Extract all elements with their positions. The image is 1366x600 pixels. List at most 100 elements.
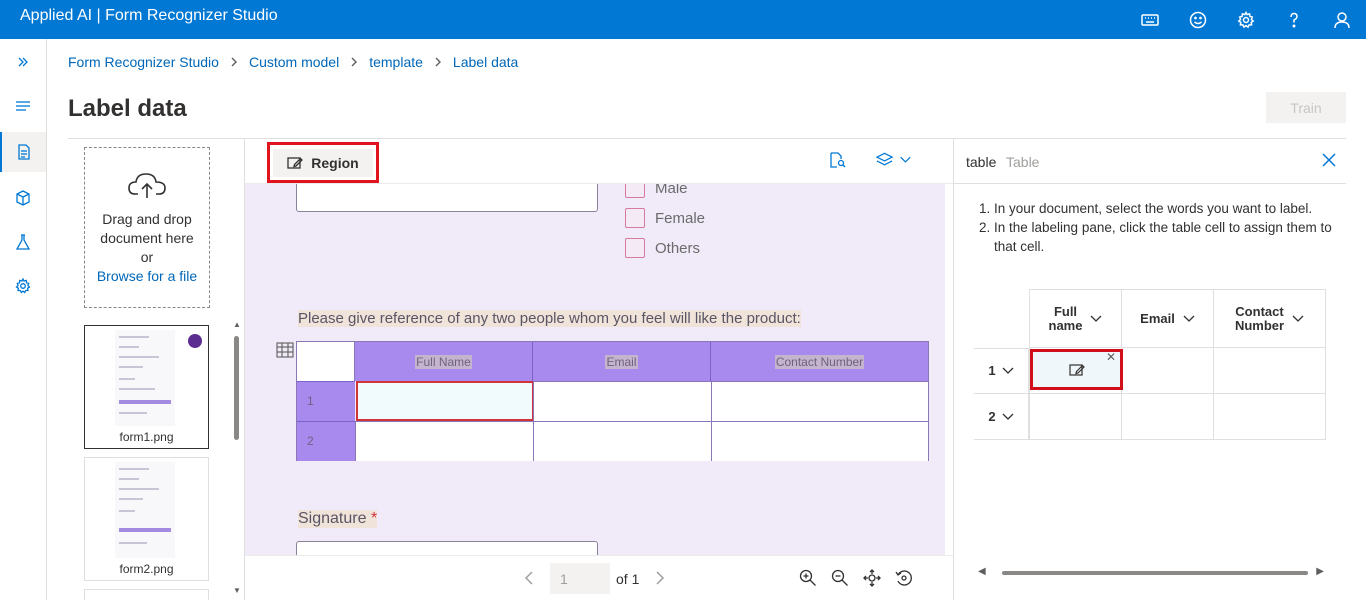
column-header-full-name[interactable]: Full name [1029,289,1122,348]
doc-table-header-email[interactable]: Email [533,342,711,381]
doc-table-cell[interactable] [533,421,711,461]
scroll-left-icon[interactable]: ◀ [978,566,986,577]
assigned-region-cell[interactable]: ✕ [1030,349,1123,390]
rotate-icon[interactable] [895,569,913,587]
settings-icon[interactable] [0,266,46,306]
label-cell[interactable] [1214,394,1326,440]
doc-table-header-contact[interactable]: Contact Number [711,342,928,381]
account-person-icon[interactable] [1318,0,1366,39]
layers-dropdown-icon[interactable] [875,152,916,170]
file-list-scrollbar[interactable]: ▲ ▼ [233,320,241,595]
column-header-email[interactable]: Email [1122,289,1214,348]
file-thumbnail-form1[interactable]: form1.png [84,325,209,449]
document-canvas[interactable]: Male Female Others Please give reference… [245,184,945,555]
signature-field [296,541,598,555]
region-label: Region [311,154,359,171]
breadcrumb: Form Recognizer Studio Custom model temp… [68,54,518,70]
settings-gear-icon[interactable] [1222,0,1270,39]
help-question-icon[interactable] [1270,0,1318,39]
label-cell[interactable] [1122,348,1214,394]
expand-chevrons-icon[interactable] [0,42,46,82]
file-thumbnail-form2[interactable]: form2.png [84,457,209,581]
doc-table-row-number: 1 [297,381,355,421]
breadcrumb-template[interactable]: template [369,54,423,70]
breadcrumb-label-data[interactable]: Label data [453,54,518,70]
checkbox-label-female: Female [655,210,706,227]
scrollbar-thumb[interactable] [1002,571,1308,575]
label-table: Full name Email Contact Number 1 2 [974,289,1326,440]
document-search-icon[interactable] [829,152,849,170]
region-draw-icon [1068,363,1085,376]
doc-table-cell[interactable] [533,381,711,421]
chevron-down-icon [1002,367,1014,375]
dropzone-text-1: Drag and drop [102,211,192,227]
checkbox-male [625,184,645,198]
chevron-right-icon [229,57,239,67]
document-icon[interactable] [0,132,46,172]
column-header-contact-number[interactable]: Contact Number [1214,289,1326,348]
browse-file-link[interactable]: Browse for a file [85,267,209,286]
scroll-up-icon[interactable]: ▲ [233,320,241,329]
flask-icon[interactable] [0,222,46,262]
scrollbar-thumb[interactable] [234,336,239,440]
table-corner [297,342,355,381]
top-icons [1126,0,1366,39]
scroll-right-icon[interactable]: ▶ [1316,566,1324,577]
thumbnail-image [115,462,175,558]
doc-table-row-number: 2 [297,421,355,461]
document-table: Full Name Email Contact Number 1 2 [296,341,929,461]
file-name: form1.png [119,430,174,444]
dropzone[interactable]: Drag and drop document here or Browse fo… [84,147,210,308]
file-name: form2.png [119,562,174,576]
instruction-step-2: In the labeling pane, click the table ce… [994,218,1346,256]
feedback-smiley-icon[interactable] [1174,0,1222,39]
label-table-hscroll[interactable]: ◀ ▶ [978,566,1324,580]
remove-label-icon[interactable]: ✕ [1106,350,1116,364]
dropzone-text-or: or [140,249,154,265]
zoom-in-icon[interactable] [799,569,817,587]
row-header-2[interactable]: 2 [974,394,1029,440]
field-name: table [966,154,997,170]
chevron-right-icon [349,57,359,67]
breadcrumb-studio[interactable]: Form Recognizer Studio [68,54,219,70]
label-cell[interactable] [1214,348,1326,394]
zoom-out-icon[interactable] [831,569,849,587]
doc-table-cell[interactable] [711,381,928,421]
doc-table-cell[interactable] [355,421,533,461]
label-cell[interactable] [1122,394,1214,440]
labeled-status-dot [188,334,202,348]
chevron-down-icon [1183,315,1195,323]
close-icon[interactable] [1322,153,1338,169]
required-asterisk: * [370,510,378,527]
thumbnail-image [115,330,175,426]
region-button[interactable]: Region [267,142,379,183]
chevron-down-icon [1002,413,1014,421]
checkbox-label-others: Others [655,240,701,257]
next-page-icon[interactable] [655,571,667,585]
keyboard-icon[interactable] [1126,0,1174,39]
file-thumbnail-partial[interactable] [84,589,209,600]
signature-label[interactable]: Signature * [298,510,378,528]
doc-table-cell-selected[interactable] [356,381,534,421]
scroll-down-icon[interactable]: ▼ [233,586,241,595]
label-cell[interactable] [1029,394,1122,440]
app-title: Applied AI | Form Recognizer Studio [20,7,278,24]
page-number-input[interactable] [550,563,610,594]
instruction-step-1: In your document, select the words you w… [994,199,1346,218]
cube-icon[interactable] [0,178,46,218]
train-button[interactable]: Train [1266,92,1346,123]
top-bar: Applied AI | Form Recognizer Studio [0,0,1366,39]
fit-page-icon[interactable] [863,569,881,587]
table-grid-icon[interactable] [276,342,294,358]
reference-question[interactable]: Please give reference of any two people … [298,310,801,327]
doc-table-cell[interactable] [711,421,928,461]
menu-hamburger-icon[interactable] [0,86,46,126]
chevron-right-icon [433,57,443,67]
previous-page-icon[interactable] [524,571,536,585]
field-type: Table [1006,154,1040,170]
labeling-instructions: In your document, select the words you w… [974,199,1346,256]
row-header-1[interactable]: 1 [974,348,1029,394]
page-count: of 1 [616,571,640,587]
doc-table-header-full-name[interactable]: Full Name [355,342,533,381]
breadcrumb-custom-model[interactable]: Custom model [249,54,339,70]
